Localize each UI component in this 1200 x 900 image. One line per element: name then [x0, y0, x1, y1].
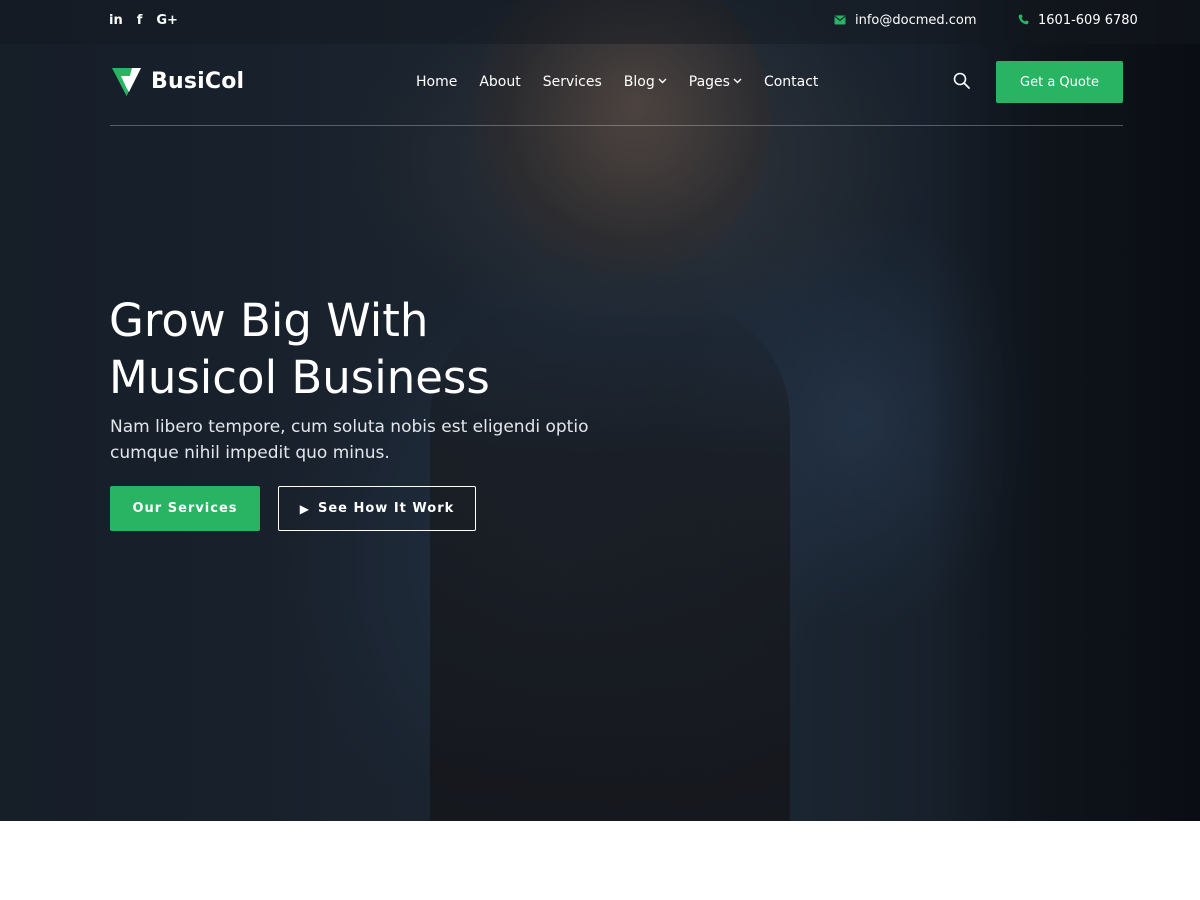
main-nav: Home About Services Blog Pages Contact — [416, 72, 818, 92]
nav-services[interactable]: Services — [543, 72, 602, 92]
play-icon: ▶ — [299, 501, 310, 516]
envelope-icon — [834, 12, 846, 30]
nav-contact[interactable]: Contact — [764, 72, 818, 92]
logo-triangle-icon — [112, 66, 141, 96]
hero-overlay — [0, 0, 1200, 821]
nav-about-label: About — [479, 74, 521, 90]
nav-blog[interactable]: Blog — [624, 72, 667, 92]
linkedin-icon[interactable]: in — [109, 12, 123, 30]
nav-pages[interactable]: Pages — [689, 72, 742, 92]
hero-banner — [0, 0, 1200, 821]
google-plus-icon[interactable]: G+ — [156, 12, 178, 30]
nav-home-label: Home — [416, 74, 458, 90]
social-links: in f G+ — [109, 12, 178, 30]
nav-home[interactable]: Home — [416, 72, 457, 92]
hero-headline-line2: Musicol Business — [109, 351, 490, 404]
our-services-button[interactable]: Our Services — [110, 486, 260, 531]
search-icon[interactable] — [953, 72, 971, 90]
hero-headline-line1: Grow Big With — [109, 294, 429, 347]
chevron-down-icon — [733, 72, 742, 92]
hero-subtext-line2: cumque nihil impedit quo minus. — [110, 443, 390, 463]
hero-subtext-line1: Nam libero tempore, cum soluta nobis est… — [110, 417, 589, 437]
hero-headline: Grow Big With Musicol Business — [109, 292, 669, 406]
logo-text: BusiCol — [151, 68, 245, 94]
top-bar: in f G+ info@docmed.com 1601-609 6780 — [0, 0, 1200, 44]
chevron-down-icon — [658, 72, 667, 92]
nav-services-label: Services — [542, 74, 602, 90]
nav-blog-label: Blog — [623, 74, 655, 90]
see-how-it-work-button[interactable]: ▶ See How It Work — [278, 486, 476, 531]
see-how-it-work-label: See How It Work — [317, 501, 455, 516]
get-quote-button[interactable]: Get a Quote — [996, 61, 1123, 103]
nav-contact-label: Contact — [763, 74, 819, 90]
email-text: info@docmed.com — [855, 13, 977, 28]
nav-about[interactable]: About — [479, 72, 520, 92]
contact-phone[interactable]: 1601-609 6780 — [1018, 12, 1138, 30]
phone-text: 1601-609 6780 — [1038, 13, 1138, 28]
nav-pages-label: Pages — [688, 74, 730, 90]
phone-icon — [1018, 12, 1029, 30]
brand-logo[interactable]: BusiCol — [112, 66, 244, 96]
facebook-icon[interactable]: f — [137, 12, 143, 30]
header-divider — [110, 125, 1123, 126]
contact-email[interactable]: info@docmed.com — [834, 12, 977, 30]
hero-subtext: Nam libero tempore, cum soluta nobis est… — [110, 414, 670, 466]
